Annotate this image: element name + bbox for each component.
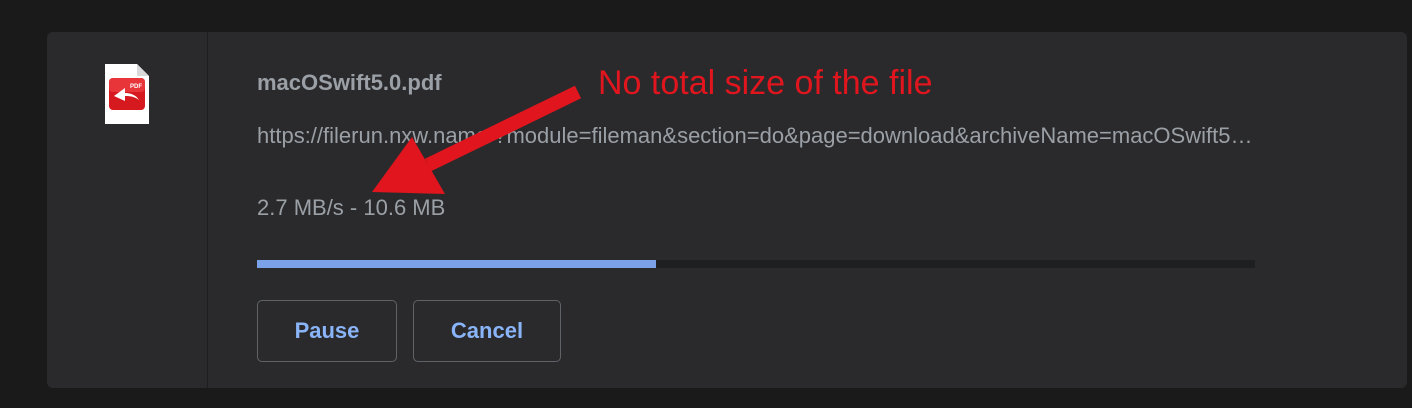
download-url: https://filerun.nxw.name/?module=fileman… <box>257 123 1257 148</box>
download-status: 2.7 MB/s - 10.6 MB <box>257 195 446 220</box>
download-progress-fill <box>257 260 657 268</box>
pdf-icon-label: PDF <box>130 84 142 90</box>
download-filename[interactable]: macOSwift5.0.pdf <box>257 70 442 96</box>
pdf-file-icon: PDF <box>105 64 149 124</box>
pause-button[interactable]: Pause <box>257 300 397 362</box>
file-icon-column: PDF <box>47 32 208 388</box>
cancel-button[interactable]: Cancel <box>413 300 561 362</box>
download-progress-bar <box>257 260 1255 268</box>
annotation-text: No total size of the file <box>598 64 933 102</box>
